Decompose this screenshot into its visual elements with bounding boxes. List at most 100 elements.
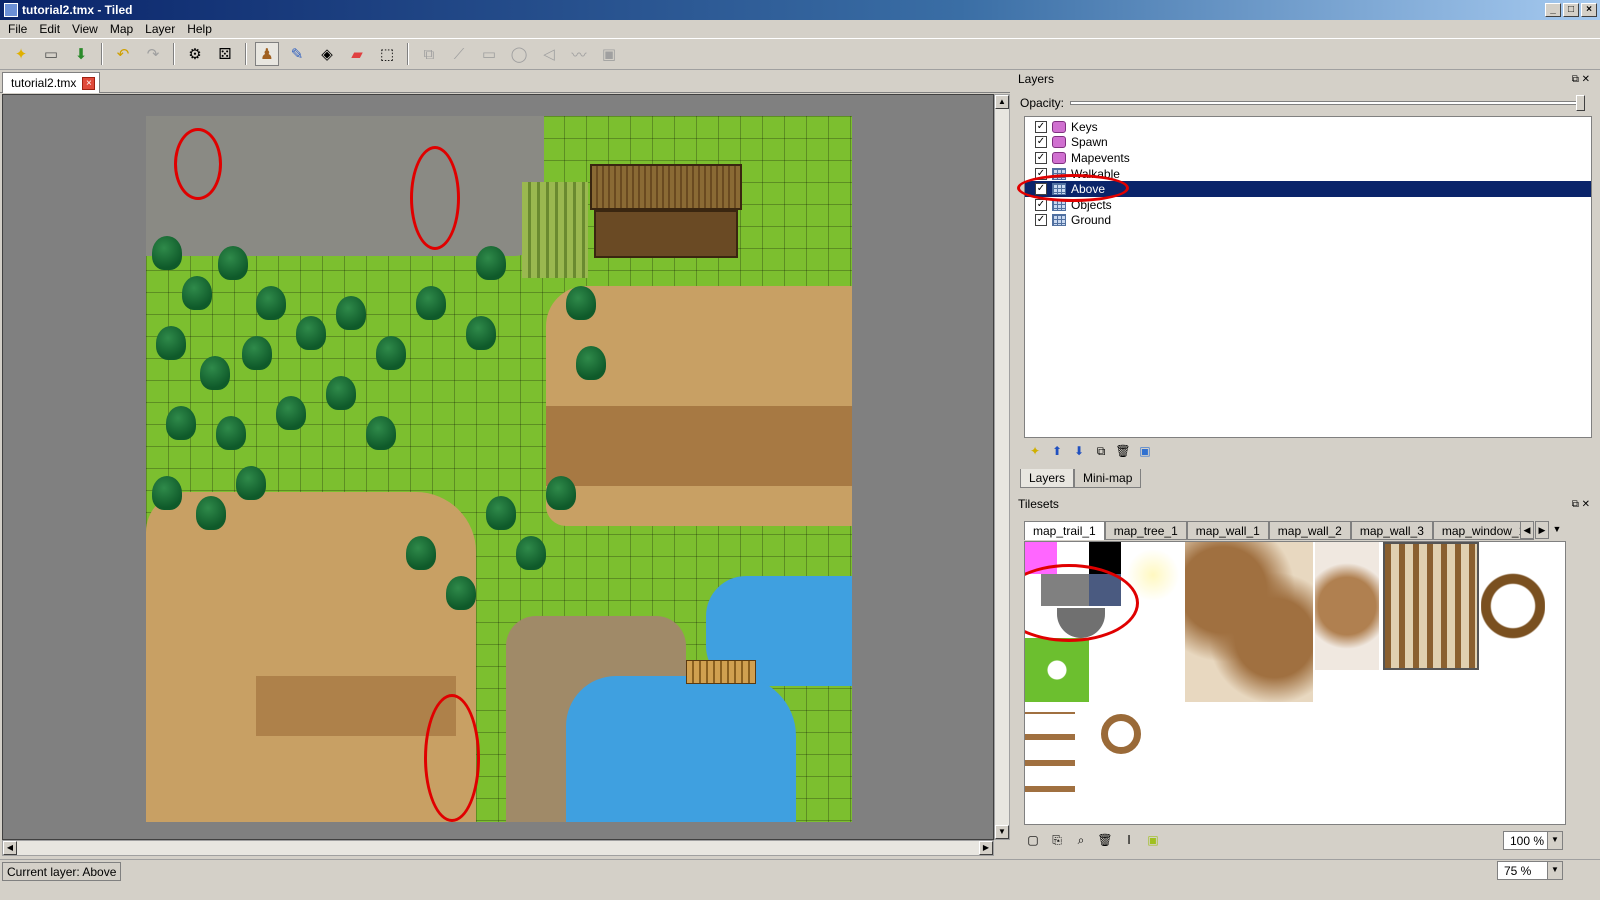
layer-row-ground[interactable]: ✓ Ground [1025, 213, 1591, 229]
commands-icon[interactable]: ⚙ [183, 42, 207, 66]
duplicate-layer-icon[interactable]: ⧉ [1092, 442, 1110, 460]
scroll-left-arrow[interactable]: ◀ [3, 841, 17, 855]
edit-terrain-icon[interactable]: ▣ [1144, 831, 1162, 849]
menu-help[interactable]: Help [181, 22, 218, 36]
layer-visibility-checkbox[interactable]: ✓ [1035, 120, 1047, 133]
open-file-icon[interactable]: ▭ [39, 42, 63, 66]
stamp-brush-icon[interactable]: ♟ [255, 42, 279, 66]
tilesets-panel-title: Tilesets [1018, 497, 1059, 511]
scroll-down-arrow[interactable]: ▼ [995, 825, 1009, 839]
insert-polygon-icon[interactable]: ◁ [537, 42, 561, 66]
tab-layers[interactable]: Layers [1020, 469, 1075, 488]
map-vertical-scrollbar[interactable]: ▲ ▼ [994, 94, 1010, 840]
tileset-tab[interactable]: map_tree_1 [1104, 521, 1187, 540]
save-file-icon[interactable]: ⬇ [69, 42, 93, 66]
annotation-ring [174, 128, 222, 200]
pine-tree [152, 236, 182, 270]
panel-dock-buttons[interactable]: ⧉ ✕ [1572, 74, 1590, 85]
tab-scroll-left-icon[interactable]: ◀ [1520, 521, 1534, 539]
edit-polygons-icon[interactable]: ⟋ [447, 42, 471, 66]
chevron-down-icon[interactable]: ▼ [1547, 862, 1562, 879]
move-layer-up-icon[interactable]: ⬆ [1048, 442, 1066, 460]
scroll-right-arrow[interactable]: ▶ [979, 841, 993, 855]
redo-icon[interactable]: ↷ [141, 42, 165, 66]
document-tab[interactable]: tutorial2.tmx × [2, 72, 101, 93]
move-layer-down-icon[interactable]: ⬇ [1070, 442, 1088, 460]
close-button[interactable]: × [1581, 3, 1597, 17]
chevron-down-icon[interactable]: ▼ [1547, 832, 1562, 849]
object-layer-icon [1052, 120, 1066, 133]
minimize-button[interactable]: _ [1545, 3, 1561, 17]
terrain-brush-icon[interactable]: ✎ [285, 42, 309, 66]
menu-layer[interactable]: Layer [139, 22, 181, 36]
new-file-icon[interactable]: ✦ [9, 42, 33, 66]
insert-tile-icon[interactable]: ▣ [597, 42, 621, 66]
object-layer-icon [1052, 136, 1066, 149]
insert-polyline-icon[interactable]: 〰 [567, 42, 591, 66]
pine-tree [486, 496, 516, 530]
map-view[interactable] [2, 94, 994, 840]
insert-ellipse-icon[interactable]: ◯ [507, 42, 531, 66]
layers-panel-tabs: Layers Mini-map [1020, 469, 1142, 489]
tab-scroll-right-icon[interactable]: ▶ [1535, 521, 1549, 539]
random-mode-icon[interactable]: ⚄ [213, 42, 237, 66]
pine-tree [366, 416, 396, 450]
cliff-face-left [256, 676, 456, 736]
menu-file[interactable]: File [2, 22, 33, 36]
house [594, 210, 738, 258]
layer-visibility-checkbox[interactable]: ✓ [1035, 136, 1047, 149]
close-tab-icon[interactable]: × [82, 76, 96, 90]
tab-mini-map[interactable]: Mini-map [1074, 469, 1142, 488]
layer-name: Spawn [1071, 135, 1108, 150]
tileset-tab[interactable]: map_wall_1 [1186, 521, 1269, 540]
pine-tree [336, 296, 366, 330]
edit-tileset-icon[interactable]: ⌕ [1072, 831, 1090, 849]
tileset-text-icon[interactable]: Ⅰ [1120, 831, 1138, 849]
layers-panel-title: Layers [1018, 72, 1055, 86]
bucket-fill-icon[interactable]: ◈ [315, 42, 339, 66]
layer-visibility-checkbox[interactable]: ✓ [1035, 151, 1047, 164]
menu-map[interactable]: Map [104, 22, 139, 36]
layer-row-mapevents[interactable]: ✓ Mapevents [1025, 150, 1591, 166]
document-tab-bar: tutorial2.tmx × [0, 71, 1010, 93]
layer-row-spawn[interactable]: ✓ Spawn [1025, 135, 1591, 151]
map-horizontal-scrollbar[interactable]: ◀ ▶ [2, 840, 994, 856]
tileset-tab[interactable]: map_wall_2 [1268, 521, 1351, 540]
tileset-tab[interactable]: map_trail_1 [1024, 521, 1105, 540]
delete-tileset-icon[interactable]: 🗑 [1096, 831, 1114, 849]
rectangle-select-icon[interactable]: ⬚ [375, 42, 399, 66]
new-layer-icon[interactable]: ✦ [1026, 442, 1044, 460]
tileset-zoom-select[interactable]: 100 % ▼ [1503, 831, 1563, 850]
panel-dock-buttons[interactable]: ⧉ ✕ [1572, 499, 1590, 510]
select-objects-icon[interactable]: ⧉ [417, 42, 441, 66]
tab-list-dropdown-icon[interactable]: ▼ [1550, 521, 1564, 539]
opacity-slider[interactable] [1070, 95, 1585, 111]
menu-edit[interactable]: Edit [33, 22, 66, 36]
layer-row-keys[interactable]: ✓ Keys [1025, 119, 1591, 135]
map-canvas[interactable] [146, 116, 852, 822]
undo-icon[interactable]: ↶ [111, 42, 135, 66]
layers-list[interactable]: ✓ Keys ✓ Spawn ✓ Mapevents ✓ Walkable ✓ … [1017, 116, 1592, 438]
maximize-button[interactable]: □ [1563, 3, 1579, 17]
layer-visibility-checkbox[interactable]: ✓ [1035, 214, 1047, 227]
layer-properties-icon[interactable]: ▣ [1136, 442, 1154, 460]
layer-row-objects[interactable]: ✓ Objects [1025, 197, 1591, 213]
eraser-icon[interactable]: ▰ [345, 42, 369, 66]
scroll-up-arrow[interactable]: ▲ [995, 95, 1009, 109]
toolbar-separator [407, 43, 409, 65]
insert-rectangle-icon[interactable]: ▭ [477, 42, 501, 66]
tileset-tab[interactable]: map_wall_3 [1350, 521, 1433, 540]
tileset-view[interactable] [1024, 541, 1566, 825]
house-roof [590, 164, 742, 210]
import-tileset-icon[interactable]: ⎘ [1048, 831, 1066, 849]
new-tileset-icon[interactable]: ▢ [1024, 831, 1042, 849]
status-bar: Current layer: Above 75 % ▼ [0, 859, 1600, 881]
pine-tree [242, 336, 272, 370]
window-title: tutorial2.tmx - Tiled [22, 3, 133, 17]
opacity-slider-handle[interactable] [1576, 95, 1585, 111]
map-zoom-select[interactable]: 75 % ▼ [1497, 861, 1563, 880]
menu-view[interactable]: View [66, 22, 104, 36]
layer-visibility-checkbox[interactable]: ✓ [1035, 198, 1047, 211]
layer-name: Ground [1071, 213, 1112, 228]
delete-layer-icon[interactable]: 🗑 [1114, 442, 1132, 460]
